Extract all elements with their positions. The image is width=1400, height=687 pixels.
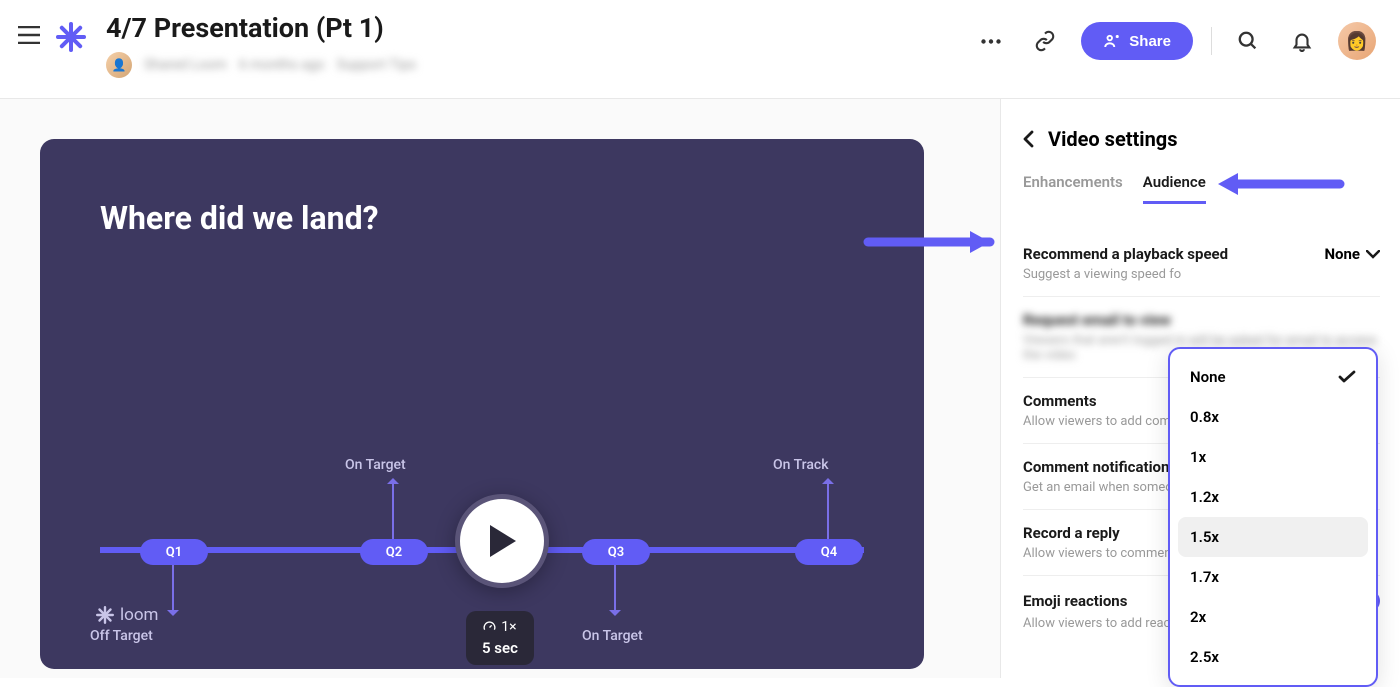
playback-speed-menu: None 0.8x 1x 1.2x 1.5x 1.7x 2x 2.5x bbox=[1168, 347, 1378, 687]
play-button[interactable] bbox=[455, 494, 549, 588]
author-avatar[interactable]: 👤 bbox=[106, 52, 132, 78]
main-content: Where did we land? Q1 Q2 Q3 Q4 On Target… bbox=[0, 99, 1400, 678]
loom-watermark: loom bbox=[96, 605, 158, 625]
slide-arrow bbox=[614, 565, 616, 615]
page-title: 4/7 Presentation (Pt 1) bbox=[106, 12, 973, 44]
more-options-icon[interactable] bbox=[973, 23, 1009, 59]
annotation-arrow bbox=[1208, 170, 1348, 202]
slide-arrow bbox=[172, 565, 174, 615]
dropdown-value: None bbox=[1324, 245, 1360, 263]
speed-option-2-5x[interactable]: 2.5x bbox=[1170, 637, 1376, 677]
playback-speed-dropdown[interactable]: None bbox=[1324, 245, 1380, 263]
video-age: 6 months ago bbox=[239, 57, 325, 73]
header-actions: Share 👩 bbox=[973, 22, 1376, 60]
slide-title: Where did we land? bbox=[100, 199, 379, 237]
speed-indicator[interactable]: 1× 5 sec bbox=[466, 611, 534, 665]
speed-icon bbox=[483, 621, 496, 634]
search-icon[interactable] bbox=[1230, 23, 1266, 59]
slide-arrow bbox=[827, 479, 829, 539]
setting-label: Comments bbox=[1023, 392, 1097, 410]
video-player[interactable]: Where did we land? Q1 Q2 Q3 Q4 On Target… bbox=[40, 139, 924, 669]
tab-audience[interactable]: Audience bbox=[1143, 173, 1206, 204]
quarter-label: On Track bbox=[773, 457, 829, 473]
chevron-down-icon bbox=[1366, 250, 1380, 259]
setting-desc: Suggest a viewing speed fo bbox=[1023, 267, 1380, 282]
speed-option-1-7x[interactable]: 1.7x bbox=[1170, 557, 1376, 597]
setting-label: Request email to view bbox=[1023, 311, 1171, 329]
speed-option-1-2x[interactable]: 1.2x bbox=[1170, 477, 1376, 517]
quarter-label: Off Target bbox=[90, 628, 153, 644]
setting-playback-speed: Recommend a playback speed None Suggest … bbox=[1023, 231, 1380, 297]
meta-row: 👤 Shared Loom 6 months ago Support Tips bbox=[106, 52, 973, 78]
slide-arrow bbox=[392, 479, 394, 539]
divider bbox=[1211, 27, 1212, 55]
tab-enhancements[interactable]: Enhancements bbox=[1023, 173, 1123, 204]
quarter-label: On Target bbox=[345, 457, 406, 473]
settings-title: Video settings bbox=[1048, 127, 1178, 151]
quarter-q1: Q1 bbox=[140, 539, 208, 565]
quarter-q4: Q4 bbox=[795, 539, 863, 565]
setting-label: Comment notification bbox=[1023, 458, 1169, 476]
user-avatar[interactable]: 👩 bbox=[1338, 22, 1376, 60]
speed-option-1-5x[interactable]: 1.5x bbox=[1178, 517, 1368, 557]
settings-header: Video settings bbox=[1023, 127, 1380, 151]
video-topic: Support Tips bbox=[337, 57, 416, 73]
author-name: Shared Loom bbox=[144, 57, 227, 73]
speed-option-1x[interactable]: 1x bbox=[1170, 437, 1376, 477]
annotation-arrow bbox=[860, 228, 1000, 260]
share-button[interactable]: Share bbox=[1081, 22, 1193, 60]
video-area: Where did we land? Q1 Q2 Q3 Q4 On Target… bbox=[0, 99, 1000, 678]
header-bar: 4/7 Presentation (Pt 1) 👤 Shared Loom 6 … bbox=[0, 0, 1400, 99]
speed-option-0-8x[interactable]: 0.8x bbox=[1170, 397, 1376, 437]
check-icon bbox=[1338, 370, 1356, 384]
title-area: 4/7 Presentation (Pt 1) 👤 Shared Loom 6 … bbox=[106, 12, 973, 78]
quarter-label: On Target bbox=[582, 628, 643, 644]
setting-label: Emoji reactions bbox=[1023, 592, 1127, 610]
speed-option-none[interactable]: None bbox=[1170, 357, 1376, 397]
setting-label: Recommend a playback speed bbox=[1023, 245, 1228, 263]
back-icon[interactable] bbox=[1023, 130, 1034, 148]
menu-icon[interactable] bbox=[18, 26, 40, 48]
loom-logo-icon[interactable] bbox=[56, 22, 86, 56]
quarter-q3: Q3 bbox=[582, 539, 650, 565]
loom-burst-icon bbox=[96, 606, 114, 624]
setting-label: Record a reply bbox=[1023, 524, 1120, 542]
quarter-q2: Q2 bbox=[360, 539, 428, 565]
duration-value: 5 sec bbox=[482, 639, 518, 657]
share-label: Share bbox=[1129, 33, 1171, 50]
share-icon bbox=[1103, 32, 1121, 50]
speed-value: 1× bbox=[501, 619, 516, 635]
speed-option-2x[interactable]: 2x bbox=[1170, 597, 1376, 637]
notifications-icon[interactable] bbox=[1284, 23, 1320, 59]
copy-link-icon[interactable] bbox=[1027, 23, 1063, 59]
play-icon bbox=[486, 523, 518, 559]
